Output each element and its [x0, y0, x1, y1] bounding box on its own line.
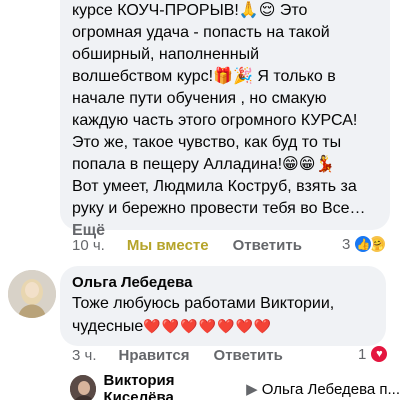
- comment-text: чудесные: [72, 318, 144, 335]
- comment-text-line: чудесные❤️❤️❤️❤️❤️❤️❤️: [72, 315, 374, 338]
- comment-text-line: обширный, наполненный: [72, 46, 260, 63]
- comment-time[interactable]: 3 ч.: [72, 347, 97, 364]
- comment-text-line: Это же, такое чувство, как буд то ты: [72, 134, 342, 151]
- comment-text-line: курсе КОУЧ-ПРОРЫВ!🙏😌 Это: [72, 2, 308, 19]
- comment-time[interactable]: 10 ч.: [72, 237, 105, 254]
- reaction-summary[interactable]: 3 👍 🤗: [342, 234, 388, 254]
- reply-button[interactable]: Ответить: [233, 237, 302, 254]
- comment-text-line: попала в пещеру Алладина!😁😁💃: [72, 156, 336, 173]
- reaction-count: 1: [358, 345, 367, 363]
- comment-bubble: курсе КОУЧ-ПРОРЫВ!🙏😌 Это огромная удача …: [60, 0, 390, 239]
- heart-icon: ♥: [369, 344, 390, 364]
- comment-actions: 10 ч. Мы вместе Ответить: [72, 234, 302, 256]
- avatar[interactable]: [8, 270, 56, 318]
- reply-author[interactable]: Виктория Киселёва: [104, 372, 237, 400]
- comment-text-line: Тоже любуюсь работами Виктории,: [72, 295, 335, 312]
- like-button[interactable]: Нравится: [119, 347, 190, 364]
- reaction-button[interactable]: Мы вместе: [127, 237, 209, 254]
- reply-button[interactable]: Ответить: [214, 347, 283, 364]
- comment-text-line: руку и бережно провести тебя во Все…: [72, 200, 366, 217]
- hearts-emoji: ❤️❤️❤️❤️❤️❤️❤️: [143, 318, 273, 334]
- reply-preview[interactable]: Виктория Киселёва ▶ Ольга Лебедева п...: [70, 372, 400, 400]
- reaction-summary[interactable]: 1 ♥: [358, 344, 390, 364]
- reaction-count: 3: [342, 235, 351, 253]
- comment-actions: 3 ч. Нравится Ответить: [72, 344, 283, 366]
- comment-text-line: начале пути обучения , но смакую: [72, 90, 327, 107]
- comment-author[interactable]: Ольга Лебедева: [72, 274, 374, 292]
- comment-bubble: Ольга Лебедева Тоже любуюсь работами Вик…: [60, 266, 386, 346]
- comment-text-line: каждую часть этого огромного КУРСА!: [72, 112, 358, 129]
- comment-text-line: огромная удача - попасть на такой: [72, 24, 330, 41]
- reply-target-name: Ольга Лебедева п...: [261, 381, 400, 398]
- comment-text-line: Вот умеет, Людмила Коструб, взять за: [72, 178, 357, 195]
- reply-arrow-icon: ▶: [246, 381, 258, 398]
- reply-target: ▶ Ольга Лебедева п...: [246, 380, 400, 398]
- comment-text-line: волшебством курс!🎁🎉 Я только в: [72, 68, 336, 85]
- avatar: [70, 375, 96, 400]
